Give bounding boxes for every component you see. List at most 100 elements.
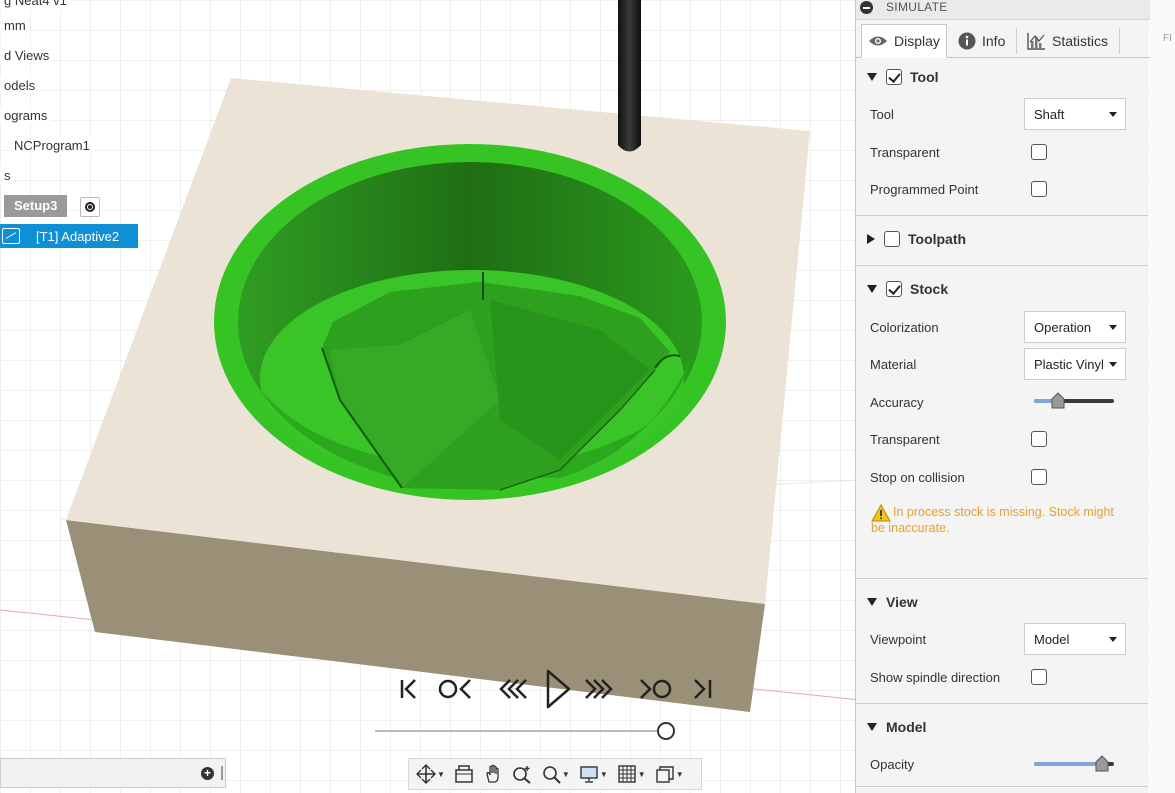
tab-statistics[interactable]: Statistics [1020,24,1120,58]
view-section-title: View [886,594,918,610]
stock-enable-checkbox[interactable] [886,281,902,297]
material-dropdown[interactable]: Plastic Vinyl [1024,348,1126,380]
tree-item-units[interactable]: mm [0,17,30,34]
colorization-value: Operation [1034,320,1092,335]
tab-statistics-label: Statistics [1052,33,1109,49]
dropdown-arrow-icon [1109,362,1117,367]
simulate-panel: SIMULATE Display Info Statistics Tool To… [855,0,1150,793]
view-section-header[interactable]: View [856,590,1150,614]
next-operation-button[interactable] [635,668,675,710]
collapse-triangle-icon[interactable] [867,723,877,731]
toolpath-section-header[interactable]: Toolpath [856,227,1150,251]
section-divider [856,215,1148,216]
grid-settings-button[interactable]: ▼ [614,761,649,787]
display-settings-button[interactable]: ▼ [576,761,611,787]
orbit-button[interactable]: ▼ [413,761,448,787]
expand-triangle-icon[interactable] [867,234,875,244]
monitor-icon [580,766,598,783]
chart-icon [1027,33,1045,50]
next-operation-icon [640,679,672,699]
dropdown-arrow-icon [1109,637,1117,642]
tree-item-ncprogram1[interactable]: NCProgram1 [10,137,94,154]
model-section-header[interactable]: Model [856,715,1150,739]
tool-shaft [618,0,641,152]
section-divider [856,578,1148,579]
stock-transparent-checkbox[interactable] [1031,431,1047,447]
material-value: Plastic Vinyl [1034,357,1104,372]
colorization-dropdown[interactable]: Operation [1024,311,1126,343]
timeline-scrubber[interactable] [657,722,675,740]
spindle-direction-checkbox[interactable] [1031,669,1047,685]
collapse-panel-icon[interactable] [860,1,873,14]
previous-operation-button[interactable] [435,668,477,710]
comment-bar[interactable]: + [0,758,226,788]
operation-label: [T1] Adaptive2 [36,228,120,244]
toolpath-section-title: Toolpath [908,231,967,247]
fit-button[interactable]: ▼ [538,761,573,787]
go-to-start-button[interactable] [395,668,425,710]
skip-start-icon [400,679,416,699]
fast-forward-icon [585,679,613,699]
section-divider [856,786,1148,787]
step-back-button[interactable] [495,668,531,710]
accuracy-slider[interactable] [1034,392,1114,409]
go-to-end-button[interactable] [687,668,717,710]
simulation-timeline[interactable] [375,730,675,732]
grid-caret-icon[interactable]: ▼ [638,770,646,779]
resize-grip-icon[interactable] [221,766,223,780]
slider-knob[interactable] [1094,755,1110,773]
add-comment-icon[interactable]: + [201,767,214,780]
tab-separator [1016,28,1017,54]
tree-item-nc-programs[interactable]: ograms [0,107,52,124]
slider-knob[interactable] [1050,392,1066,410]
tool-label: Tool [870,107,894,122]
section-divider [856,265,1148,266]
colorization-label: Colorization [870,320,939,335]
zoom-button[interactable] [509,761,535,787]
tool-transparent-checkbox[interactable] [1031,144,1047,160]
stock-section-header[interactable]: Stock [856,277,1150,301]
right-edge-strip [1150,0,1175,793]
dropdown-arrow-icon [1109,112,1117,117]
collapse-triangle-icon[interactable] [867,73,877,81]
tree-item-adaptive2[interactable]: [T1] Adaptive2 [0,224,138,248]
tree-item-setups[interactable]: s [0,167,15,184]
fit-caret-icon[interactable]: ▼ [562,770,570,779]
collapse-triangle-icon[interactable] [867,285,877,293]
display-caret-icon[interactable]: ▼ [600,770,608,779]
play-button[interactable] [543,668,573,710]
tool-transparent-label: Transparent [870,145,940,160]
orbit-caret-icon[interactable]: ▼ [437,770,445,779]
edge-label: FI [1163,33,1172,44]
tab-display[interactable]: Display [861,24,947,58]
viewpoint-dropdown[interactable]: Model [1024,623,1126,655]
tree-item-setup3[interactable]: Setup3 [4,195,68,217]
activate-setup-radio[interactable] [80,197,100,217]
tool-enable-checkbox[interactable] [886,69,902,85]
viewpoint-value: Model [1034,632,1070,647]
tool-section-title: Tool [910,69,939,85]
tree-item-models[interactable]: odels [0,77,40,94]
toolpath-enable-checkbox[interactable] [884,231,900,247]
step-forward-button[interactable] [581,668,617,710]
tree-item-document[interactable]: g Neat4 v1 [0,0,71,9]
zoom-icon [513,766,531,784]
pan-button[interactable] [480,761,506,787]
viewports-button[interactable]: ▼ [652,761,687,787]
tab-display-label: Display [894,33,940,49]
opacity-slider[interactable] [1034,755,1114,772]
stop-on-collision-checkbox[interactable] [1031,469,1047,485]
panel-tabs: Display Info Statistics [856,22,1150,58]
skip-end-icon [694,679,712,699]
playback-controls [395,668,725,712]
tab-info[interactable]: Info [952,24,1014,58]
look-at-button[interactable] [451,761,477,787]
viewports-caret-icon[interactable]: ▼ [676,770,684,779]
tool-display-dropdown[interactable]: Shaft [1024,98,1126,130]
collapse-triangle-icon[interactable] [867,598,877,606]
model-section-title: Model [886,719,927,735]
stock-section-title: Stock [910,281,949,297]
programmed-point-checkbox[interactable] [1031,181,1047,197]
tree-item-named-views[interactable]: d Views [0,47,54,64]
tool-section-header[interactable]: Tool [856,65,1150,89]
